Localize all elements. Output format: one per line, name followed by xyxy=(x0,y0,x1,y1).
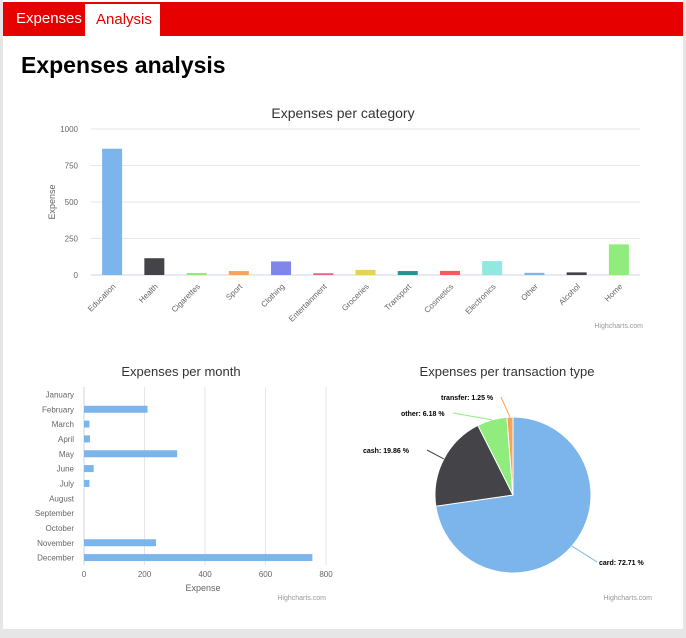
bar xyxy=(84,450,178,458)
y-tick-label: October xyxy=(46,524,75,533)
y-tick-label: 750 xyxy=(65,162,79,171)
bar xyxy=(482,261,503,275)
y-tick-label: January xyxy=(46,390,74,399)
x-tick-label: Transport xyxy=(383,282,414,313)
transaction-type-chart: Expenses per transaction type card: 72.71… xyxy=(363,364,652,602)
y-tick-label: September xyxy=(35,509,74,518)
x-tick-label: Cosmetics xyxy=(423,282,456,315)
highcharts-credit: Highcharts.com xyxy=(594,323,643,330)
pie-connector xyxy=(452,412,493,421)
x-tick-label: Home xyxy=(603,282,625,304)
tab-analysis[interactable]: Analysis xyxy=(85,4,160,36)
bar xyxy=(84,465,94,473)
x-tick-label: Groceries xyxy=(340,282,371,313)
bar xyxy=(355,269,376,275)
bar xyxy=(439,270,460,275)
bar xyxy=(313,273,334,275)
pie-data-label: card: 72.71 % xyxy=(599,560,645,567)
month-chart: Expenses per month 0 200 400 600 800 Expense Ja… xyxy=(35,364,333,602)
bar xyxy=(84,420,90,428)
highcharts-credit: Highcharts.com xyxy=(603,595,652,602)
bar xyxy=(566,272,587,275)
y-tick-label: 1000 xyxy=(60,125,78,134)
chart-title: Expenses per transaction type xyxy=(420,364,595,379)
app-frame: Expenses Analysis Expenses analysis Expe… xyxy=(3,0,683,629)
bar xyxy=(84,539,156,547)
x-tick-label: Electronics xyxy=(464,282,498,316)
y-tick-label: November xyxy=(37,539,74,548)
bar xyxy=(144,258,165,275)
y-tick-label: August xyxy=(49,494,75,503)
pie-connector xyxy=(571,545,598,563)
y-tick-label: February xyxy=(42,405,74,414)
y-axis-title: Expense xyxy=(47,184,57,219)
bar xyxy=(271,261,292,275)
y-tick-label: 0 xyxy=(74,271,79,280)
y-tick-label: 250 xyxy=(65,235,79,244)
x-tick-label: Entertainment xyxy=(287,282,329,324)
y-tick-label: April xyxy=(58,435,74,444)
x-tick-label: Education xyxy=(86,282,118,314)
y-tick-label: July xyxy=(60,479,74,488)
bar xyxy=(608,244,629,275)
x-tick-label: Sport xyxy=(224,282,244,302)
bar xyxy=(102,148,123,275)
y-tick-label: 500 xyxy=(65,198,79,207)
pie-connector xyxy=(426,449,445,460)
y-tick-label: June xyxy=(57,465,75,474)
bar xyxy=(84,554,313,562)
x-tick-label: Other xyxy=(519,282,540,303)
pie-connector xyxy=(500,396,511,418)
x-tick-label: 800 xyxy=(319,570,333,579)
bar xyxy=(397,271,418,275)
y-tick-label: May xyxy=(59,450,74,459)
x-tick-label: Health xyxy=(137,282,160,305)
bar xyxy=(524,272,545,275)
tab-expenses[interactable]: Expenses xyxy=(5,2,93,36)
page-title: Expenses analysis xyxy=(21,52,226,78)
tab-bar: Expenses Analysis xyxy=(3,2,683,36)
y-tick-label: December xyxy=(37,554,74,563)
bar xyxy=(84,405,148,413)
chart-title: Expenses per category xyxy=(271,105,414,121)
x-tick-label: 200 xyxy=(138,570,152,579)
x-tick-label: 600 xyxy=(259,570,273,579)
category-chart: Expenses per category 0 250 500 750 1000 Expen… xyxy=(47,105,643,330)
bar xyxy=(84,435,91,443)
y-tick-label: March xyxy=(52,420,74,429)
x-tick-label: 400 xyxy=(198,570,212,579)
x-axis-title: Expense xyxy=(185,583,220,593)
bar xyxy=(228,271,249,275)
bar xyxy=(186,272,207,275)
x-tick-label: 0 xyxy=(82,570,87,579)
x-tick-label: Cigarettes xyxy=(170,282,202,314)
bar xyxy=(84,479,90,487)
x-tick-label: Clothing xyxy=(259,282,286,309)
pie-data-label: cash: 19.86 % xyxy=(363,448,410,455)
highcharts-credit: Highcharts.com xyxy=(277,595,326,602)
pie-data-label: other: 6.18 % xyxy=(401,411,445,418)
x-tick-label: Alcohol xyxy=(557,282,582,307)
chart-title: Expenses per month xyxy=(121,364,240,379)
pie-data-label: transfer: 1.25 % xyxy=(441,395,494,402)
